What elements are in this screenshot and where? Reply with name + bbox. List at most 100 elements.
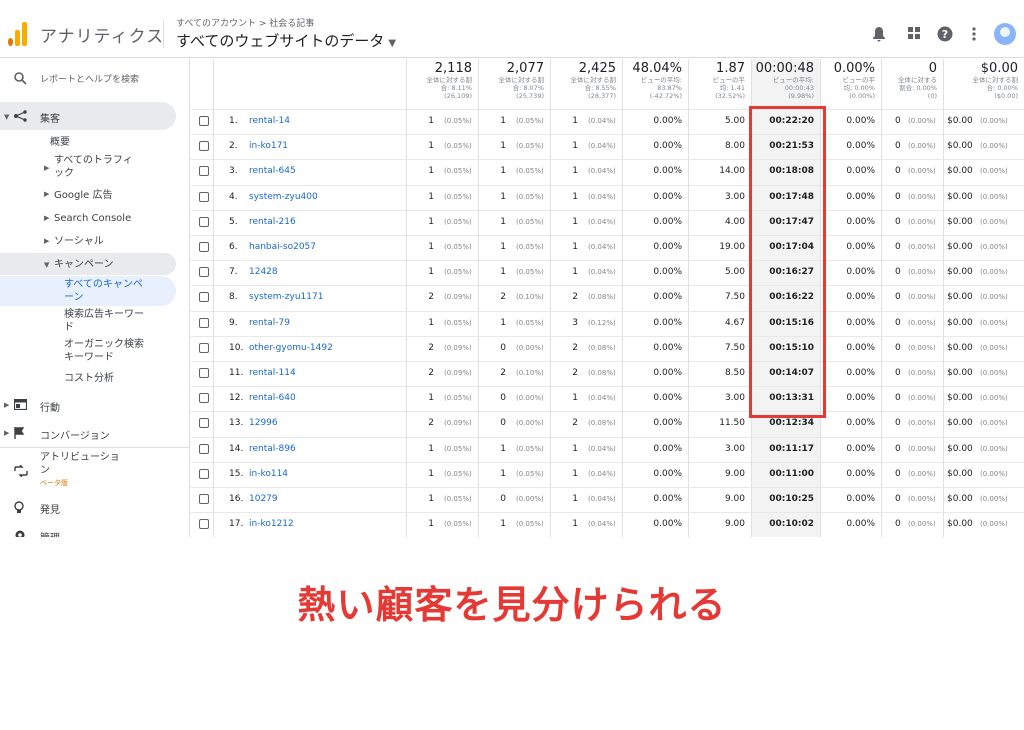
bounce-rate: 0.00% [653,494,682,504]
metric-value: 2 [572,418,578,429]
campaign-link[interactable]: 10279 [249,494,278,504]
row-checkbox[interactable] [199,242,209,252]
completions-value: 0 [895,216,901,227]
metric-value: 1 [428,116,434,126]
sidebar-item-organic-keywords[interactable]: オーガニック検索 キーワード [64,338,144,364]
metric-value: 2 [500,292,506,303]
table-row: 2. in-ko171 1 (0.05%) 1 (0.05%) 1 (0.04%) 0.00% 8… [191,134,1024,159]
chevron-right-icon: ▶ [4,401,10,409]
sidebar-item-all-campaigns[interactable]: すべてのキャンペ ーン [64,278,143,304]
campaign-link[interactable]: rental-640 [249,393,296,403]
campaign-link[interactable]: in-ko1212 [249,519,294,529]
campaign-link[interactable]: rental-14 [249,116,290,126]
metric-value: 0 [500,342,506,353]
completions-value: 0 [895,141,901,152]
bell-icon[interactable] [871,26,887,42]
row-checkbox[interactable] [199,342,209,353]
sidebar-item-label: 発見 [40,505,60,516]
goal-value-percent: (0.00%) [980,369,1008,377]
row-number: 3. [229,166,238,177]
total-value: 48.04% [632,61,682,76]
metric-percent: (0.08%) [588,343,616,352]
row-checkbox[interactable] [199,292,209,303]
campaign-link[interactable]: hanbai-so2057 [249,242,316,252]
sidebar-item-cost-analysis[interactable]: コスト分析 [64,372,114,385]
total-value: 0.00% [833,61,875,76]
total-note: ビューの平均: 00:00:43 (9.98%) [772,76,814,100]
breadcrumb[interactable]: すべてのアカウント > 社会る記事 [176,16,314,29]
row-checkbox[interactable] [199,166,209,177]
goal-value-percent: (0.00%) [980,293,1008,302]
row-checkbox[interactable] [199,393,209,404]
bounce-rate: 0.00% [653,317,682,328]
campaign-link[interactable]: other-gyomu-1492 [249,343,333,353]
metric-value: 0 [500,418,506,429]
campaign-link[interactable]: 12428 [249,267,278,277]
sidebar-item-google-ads[interactable]: Google 広告 [54,189,112,202]
sidebar-item-overview[interactable]: 概要 [50,136,70,149]
metric-percent: (0.05%) [444,495,472,503]
row-checkbox[interactable] [199,468,209,479]
sidebar-item-search-console[interactable]: Search Console [54,212,131,225]
campaign-link[interactable]: system-zyu1171 [249,292,323,302]
completions-percent: (0.00%) [908,268,936,277]
campaign-link[interactable]: in-ko171 [249,141,288,151]
completions-percent: (0.00%) [908,192,936,201]
campaign-link[interactable]: rental-79 [249,318,290,328]
campaign-link[interactable]: in-ko114 [249,469,288,479]
campaign-link[interactable]: rental-114 [249,368,296,378]
sidebar-divider [0,447,190,448]
row-checkbox[interactable] [199,494,209,504]
row-checkbox[interactable] [199,141,209,152]
conversion-rate: 0.00% [846,368,875,378]
metric-value: 0 [500,494,506,504]
report-table: 2,118 全体に対する割 合: 8.11% (26,109) 2,077 全体に対す… [191,59,1024,537]
metric-percent: (0.05%) [444,268,472,277]
row-checkbox[interactable] [199,519,209,530]
goal-value-percent: (0.00%) [980,167,1008,176]
row-checkbox[interactable] [199,317,209,328]
completions-value: 0 [895,242,901,252]
goal-value: $0.00 [947,317,973,328]
completions-percent: (0.00%) [908,217,936,226]
sidebar-item-label: 集客 [40,114,60,125]
analytics-logo-icon [8,20,28,46]
row-checkbox[interactable] [199,216,209,227]
conversion-rate: 0.00% [846,317,875,328]
sidebar-item-all-traffic[interactable]: すべてのトラフィ ック [54,154,133,180]
metric-value: 1 [572,191,578,202]
sidebar-item-social[interactable]: ソーシャル [54,235,104,248]
row-checkbox[interactable] [199,191,209,202]
row-checkbox[interactable] [199,116,209,126]
row-checkbox[interactable] [199,443,209,454]
more-icon[interactable] [966,26,982,42]
completions-value: 0 [895,317,901,328]
row-checkbox[interactable] [199,267,209,278]
chevron-right-icon: ▶ [4,429,10,437]
campaign-link[interactable]: rental-896 [249,444,296,454]
metric-value: 1 [500,267,506,278]
campaign-link[interactable]: system-zyu400 [249,192,318,202]
campaign-link[interactable]: rental-645 [249,166,296,176]
avatar[interactable] [994,23,1016,45]
metric-value: 2 [572,292,578,303]
pages-per-session: 11.50 [719,418,745,429]
metric-percent: (0.12%) [588,318,616,327]
goal-value: $0.00 [947,418,973,429]
metric-percent: (0.05%) [444,217,472,226]
apps-icon[interactable] [906,26,922,42]
sidebar-item-paid-keywords[interactable]: 検索広告キーワー ド [64,308,144,334]
view-selector[interactable]: すべてのウェブサイトのデータ ▼ [176,30,396,51]
campaign-link[interactable]: 12996 [249,418,278,428]
help-icon[interactable]: ? [937,26,953,42]
metric-value: 1 [428,216,434,227]
completions-value: 0 [895,292,901,303]
sidebar-item-campaigns[interactable]: キャンペーン [54,258,114,271]
campaign-link[interactable]: rental-216 [249,217,296,227]
row-checkbox[interactable] [199,368,209,378]
completions-value: 0 [895,443,901,454]
metric-value: 1 [500,468,506,479]
row-checkbox[interactable] [199,418,209,429]
bounce-rate: 0.00% [653,267,682,278]
metric-value: 2 [572,368,578,378]
